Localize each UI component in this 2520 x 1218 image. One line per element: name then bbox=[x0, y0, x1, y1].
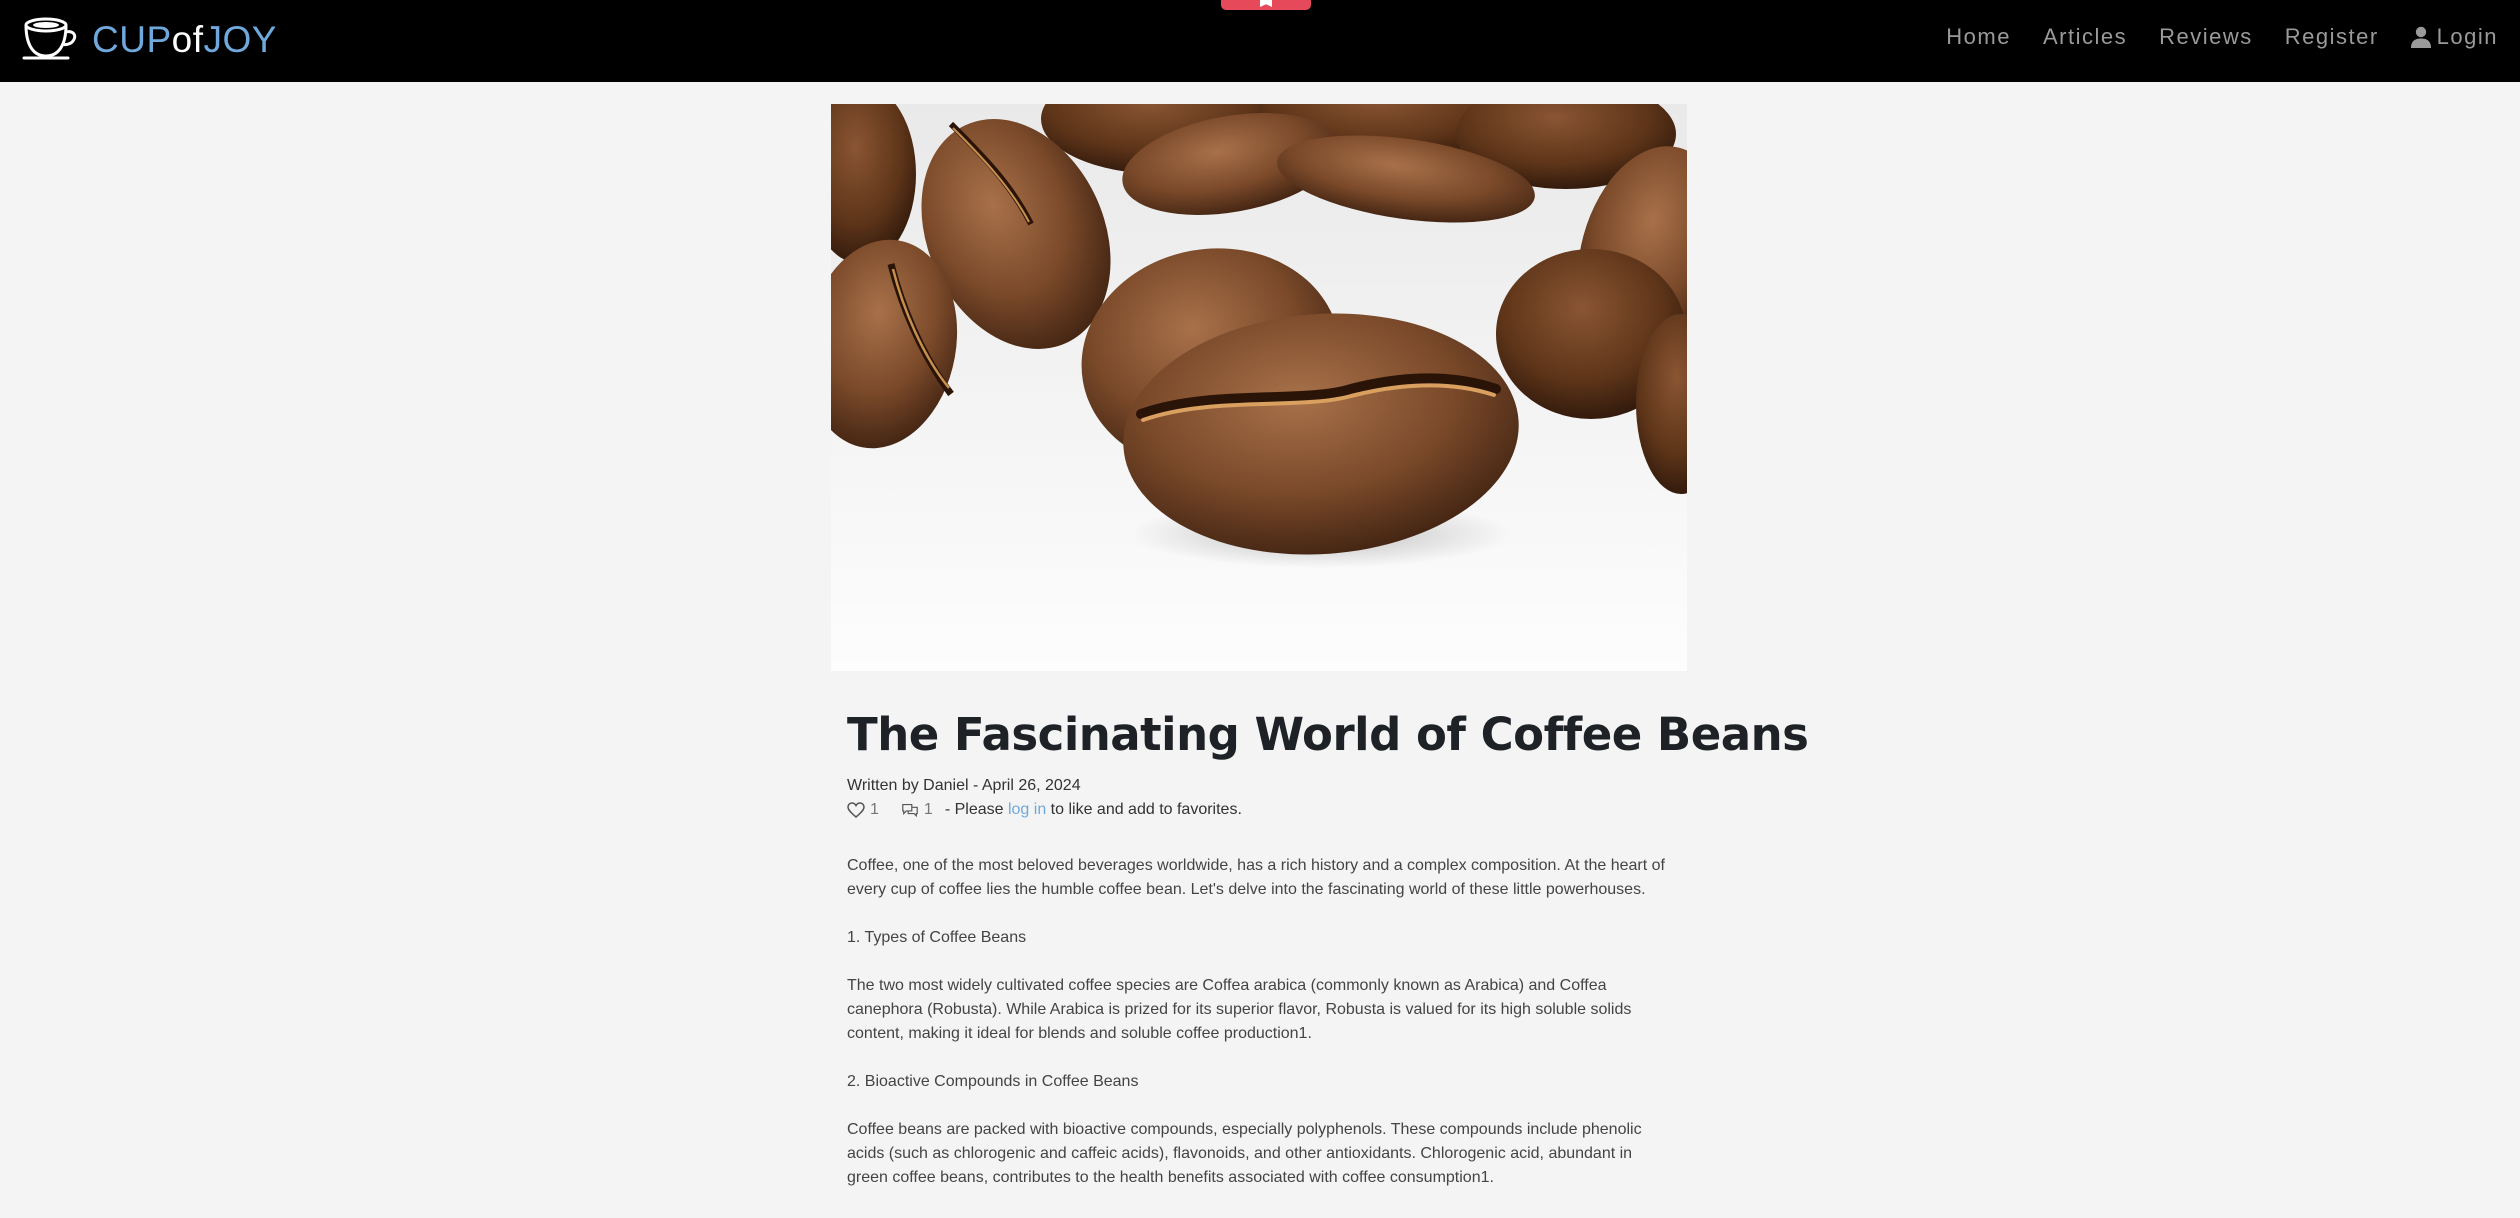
coffee-beans-illustration bbox=[831, 104, 1687, 671]
article-paragraph: Coffee beans are packed with bioactive c… bbox=[847, 1121, 1642, 1186]
login-prompt-after: to like and add to favorites. bbox=[1050, 801, 1242, 818]
article-paragraph: Coffee, one of the most beloved beverage… bbox=[847, 857, 1665, 898]
article-subheading: 2. Bioactive Compounds in Coffee Beans bbox=[847, 1073, 1139, 1090]
main-nav: Home Articles Reviews Register Login bbox=[1946, 20, 2498, 54]
nav-login[interactable]: Login bbox=[2410, 24, 2498, 50]
brand-name-joy: JOY bbox=[203, 18, 277, 60]
coffee-cup-icon bbox=[22, 17, 77, 60]
comments-count: 1 bbox=[923, 801, 933, 818]
article: The Fascinating World of Coffee Beans Wr… bbox=[847, 708, 1809, 1214]
likes-count: 1 bbox=[870, 801, 879, 818]
user-icon bbox=[2410, 26, 2431, 48]
heart-icon bbox=[847, 802, 865, 818]
comments-counter[interactable]: 1 bbox=[901, 798, 933, 822]
top-pull-tab[interactable] bbox=[1221, 0, 1311, 10]
login-link[interactable]: log in bbox=[1008, 801, 1046, 818]
top-navbar: CUPofJOY Home Articles Reviews Register … bbox=[0, 0, 2520, 82]
nav-reviews[interactable]: Reviews bbox=[2159, 24, 2253, 50]
nav-articles[interactable]: Articles bbox=[2043, 24, 2127, 50]
article-subheading: 1. Types of Coffee Beans bbox=[847, 929, 1027, 946]
brand-logo-link[interactable]: CUPofJOY bbox=[22, 14, 277, 64]
brand-name-cup: CUP bbox=[92, 18, 172, 60]
article-meta: Written by Daniel - April 26, 2024 bbox=[847, 777, 1081, 794]
likes-counter[interactable]: 1 bbox=[847, 798, 879, 822]
article-title: The Fascinating World of Coffee Beans bbox=[847, 708, 1809, 761]
bookmark-icon bbox=[1260, 0, 1272, 7]
brand-name-of: of bbox=[171, 18, 204, 60]
article-paragraph: The two most widely cultivated coffee sp… bbox=[847, 977, 1632, 1042]
article-stats: 1 1 - Please log in to like and add to f… bbox=[847, 798, 1677, 822]
article-body: Coffee, one of the most beloved beverage… bbox=[847, 854, 1677, 1190]
nav-home[interactable]: Home bbox=[1946, 24, 2011, 50]
login-prompt-before: - Please bbox=[944, 801, 1004, 818]
comments-icon bbox=[902, 804, 918, 818]
nav-register[interactable]: Register bbox=[2285, 24, 2379, 50]
article-hero-image bbox=[831, 104, 1687, 671]
login-prompt: - Please log in to like and add to favor… bbox=[945, 798, 1242, 822]
nav-login-label: Login bbox=[2436, 24, 2498, 49]
brand-name: CUPofJOY bbox=[92, 21, 277, 58]
